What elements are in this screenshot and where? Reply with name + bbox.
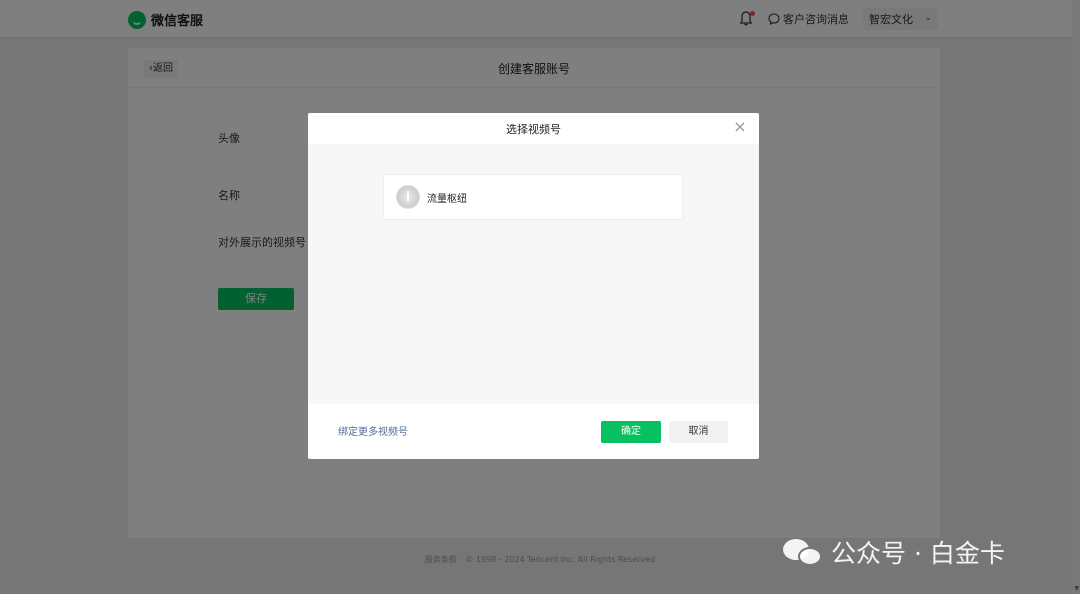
- channel-avatar-icon: [396, 185, 420, 209]
- wechat-icon: [783, 537, 823, 567]
- modal-title: 选择视频号: [506, 123, 561, 136]
- cancel-button[interactable]: 取消: [669, 421, 728, 443]
- watermark-text: 公众号 · 白金卡: [831, 539, 1005, 568]
- select-channel-modal: 选择视频号 × 流量枢纽 绑定更多视频号 确定 取消: [308, 113, 759, 459]
- channel-option[interactable]: 流量枢纽: [383, 174, 683, 220]
- channel-name: 流量枢纽: [427, 193, 467, 205]
- watermark: 公众号 · 白金卡: [783, 534, 1005, 570]
- bind-more-link[interactable]: 绑定更多视频号: [338, 423, 408, 438]
- close-icon[interactable]: ×: [733, 119, 747, 135]
- channel-list: 流量枢纽: [308, 144, 759, 404]
- confirm-button[interactable]: 确定: [601, 421, 661, 443]
